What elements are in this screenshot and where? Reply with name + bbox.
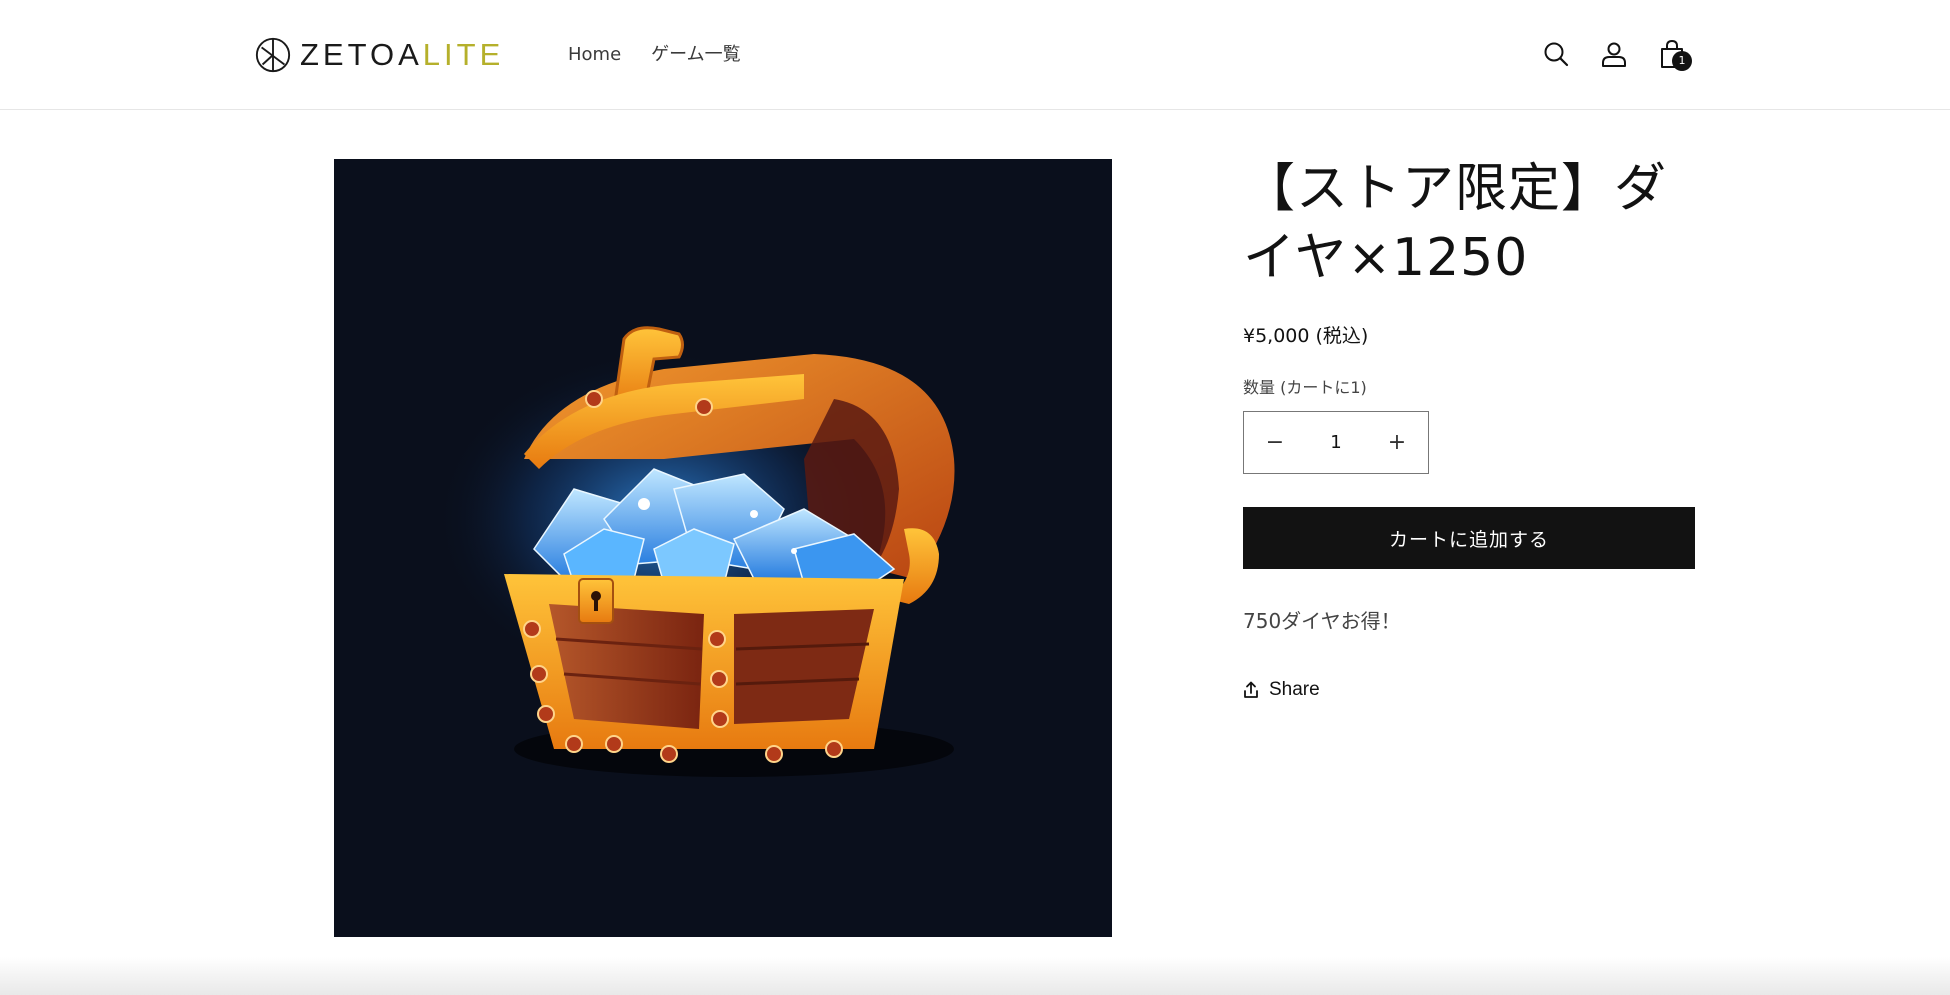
product-price: ¥5,000 (税込): [1243, 325, 1369, 347]
share-button[interactable]: Share: [1243, 679, 1695, 701]
main-nav: Home ゲーム一覧: [568, 40, 741, 70]
search-button[interactable]: [1536, 34, 1576, 74]
quantity-stepper: − +: [1243, 411, 1429, 474]
share-icon: [1244, 681, 1258, 698]
search-icon: [1544, 42, 1569, 67]
logo-text: ZETOALITE: [300, 36, 504, 74]
product-info: 【ストア限定】ダイヤ×1250 ¥5,000 (税込) 数量 (カートに1) −…: [1243, 155, 1695, 701]
logo-text-accent: LITE: [422, 37, 505, 72]
product-image[interactable]: [334, 159, 1112, 937]
site-logo[interactable]: ZETOALITE: [254, 36, 504, 74]
cart-button[interactable]: 1: [1652, 34, 1692, 74]
product-description: 750ダイヤお得！: [1243, 609, 1401, 633]
quantity-decrease-button[interactable]: −: [1244, 412, 1306, 473]
share-label: Share: [1269, 679, 1320, 700]
quantity-label: 数量 (カートに1): [1243, 378, 1367, 397]
bottom-edge-shadow: [0, 957, 1950, 995]
logo-text-dark: ZETOA: [300, 37, 423, 72]
nav-game-list[interactable]: ゲーム一覧: [651, 40, 740, 70]
product-title: 【ストア限定】ダイヤ×1250: [1243, 159, 1668, 288]
quantity-input[interactable]: [1306, 422, 1366, 463]
logo-mark-icon: [255, 37, 291, 73]
nav-home[interactable]: Home: [568, 40, 621, 70]
account-button[interactable]: [1594, 34, 1634, 74]
quantity-increase-button[interactable]: +: [1366, 412, 1428, 473]
account-icon: [1602, 42, 1626, 67]
site-header: ZETOALITE Home ゲーム一覧 1: [0, 0, 1950, 110]
cart-count-badge: 1: [1672, 51, 1692, 71]
add-to-cart-button[interactable]: カートに追加する: [1243, 507, 1695, 569]
treasure-chest-image: [334, 159, 1112, 937]
minus-icon: −: [1265, 430, 1285, 455]
plus-icon: +: [1387, 430, 1407, 455]
header-icons: 1: [1536, 34, 1710, 74]
